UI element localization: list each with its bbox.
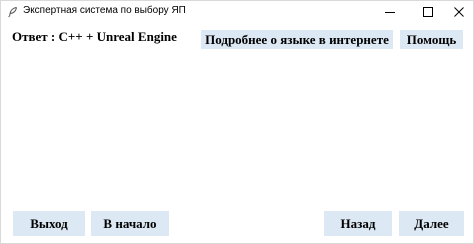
next-button[interactable]: Далее [399,211,464,236]
feather-icon [7,5,19,18]
maximize-icon [423,7,433,17]
help-button[interactable]: Помощь [400,30,463,49]
close-button[interactable] [442,1,474,23]
close-icon [454,7,464,17]
more-info-button[interactable]: Подробнее о языке в интернете [201,30,393,49]
answer-label: Ответ : [12,29,56,44]
back-button[interactable]: Назад [324,211,392,236]
answer-text: Ответ : C++ + Unreal Engine [12,29,177,45]
answer-value: C++ + Unreal Engine [58,29,177,44]
maximize-button[interactable] [411,1,445,23]
title-bar[interactable]: Экспертная система по выбору ЯП [1,1,473,23]
app-window: Экспертная система по выбору ЯП Ответ : … [0,0,474,244]
minimize-button[interactable] [373,1,407,23]
minimize-icon [385,7,395,17]
exit-button[interactable]: Выход [13,211,85,236]
window-title: Экспертная система по выбору ЯП [23,5,186,16]
to-start-button[interactable]: В начало [91,211,169,236]
